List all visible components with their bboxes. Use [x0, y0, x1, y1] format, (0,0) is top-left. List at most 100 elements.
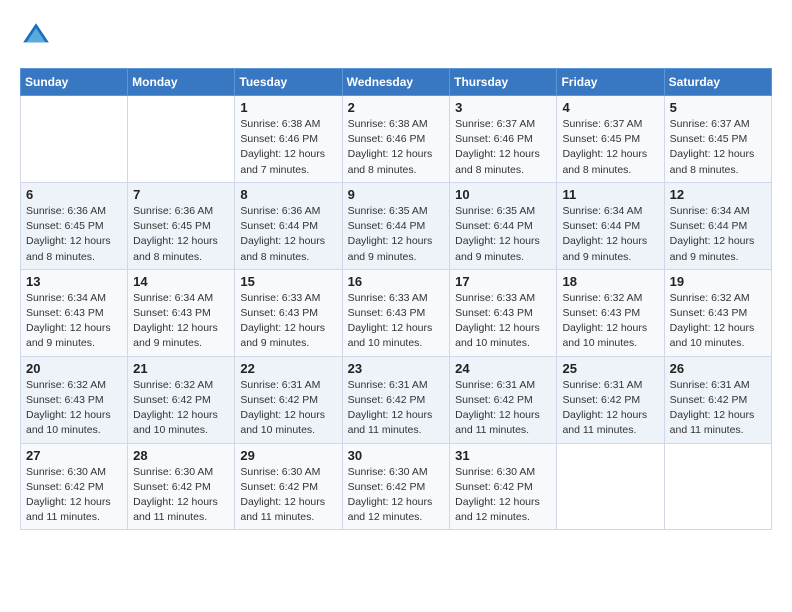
- weekday-header-saturday: Saturday: [664, 69, 771, 96]
- day-number: 11: [562, 187, 658, 202]
- day-info: Sunrise: 6:30 AM Sunset: 6:42 PM Dayligh…: [133, 465, 229, 526]
- calendar-cell: [128, 96, 235, 183]
- calendar-cell: 10Sunrise: 6:35 AM Sunset: 6:44 PM Dayli…: [450, 182, 557, 269]
- day-number: 8: [240, 187, 336, 202]
- calendar-cell: 20 Sunrise: 6:32 AM Sunset: 6:43 PM Dayli…: [21, 356, 128, 443]
- day-info: Sunrise: 6:37 AM Sunset: 6:45 PM Dayligh…: [562, 117, 658, 178]
- calendar-table: SundayMondayTuesdayWednesdayThursdayFrid…: [20, 68, 772, 530]
- calendar-cell: 3 Sunrise: 6:37 AM Sunset: 6:46 PM Daylig…: [450, 96, 557, 183]
- day-number: 6: [26, 187, 122, 202]
- day-number: 22: [240, 361, 336, 376]
- calendar-cell: 13 Sunrise: 6:34 AM Sunset: 6:43 PM Dayli…: [21, 269, 128, 356]
- weekday-header-thursday: Thursday: [450, 69, 557, 96]
- logo: [20, 20, 56, 52]
- calendar-cell: 8 Sunrise: 6:36 AM Sunset: 6:44 PM Daylig…: [235, 182, 342, 269]
- day-info: Sunrise: 6:32 AM Sunset: 6:43 PM Dayligh…: [562, 291, 658, 352]
- day-number: 26: [670, 361, 766, 376]
- day-number: 15: [240, 274, 336, 289]
- day-info: Sunrise: 6:34 AM Sunset: 6:44 PM Dayligh…: [670, 204, 766, 265]
- day-info: Sunrise: 6:32 AM Sunset: 6:43 PM Dayligh…: [26, 378, 122, 439]
- day-info: Sunrise: 6:34 AM Sunset: 6:43 PM Dayligh…: [133, 291, 229, 352]
- day-info: Sunrise: 6:33 AM Sunset: 6:43 PM Dayligh…: [455, 291, 551, 352]
- day-info: Sunrise: 6:35 AM Sunset: 6:44 PM Dayligh…: [348, 204, 445, 265]
- day-info: Sunrise: 6:37 AM Sunset: 6:46 PM Dayligh…: [455, 117, 551, 178]
- calendar-cell: [21, 96, 128, 183]
- day-info: Sunrise: 6:34 AM Sunset: 6:43 PM Dayligh…: [26, 291, 122, 352]
- calendar-cell: 24 Sunrise: 6:31 AM Sunset: 6:42 PM Dayli…: [450, 356, 557, 443]
- calendar-week-5: 27 Sunrise: 6:30 AM Sunset: 6:42 PM Dayli…: [21, 443, 772, 530]
- page-header: [20, 20, 772, 52]
- day-number: 13: [26, 274, 122, 289]
- day-number: 20: [26, 361, 122, 376]
- weekday-header-monday: Monday: [128, 69, 235, 96]
- weekday-row: SundayMondayTuesdayWednesdayThursdayFrid…: [21, 69, 772, 96]
- day-number: 24: [455, 361, 551, 376]
- day-info: Sunrise: 6:31 AM Sunset: 6:42 PM Dayligh…: [455, 378, 551, 439]
- day-info: Sunrise: 6:34 AM Sunset: 6:44 PM Dayligh…: [562, 204, 658, 265]
- day-number: 30: [348, 448, 445, 463]
- day-number: 9: [348, 187, 445, 202]
- day-info: Sunrise: 6:31 AM Sunset: 6:42 PM Dayligh…: [562, 378, 658, 439]
- calendar-cell: 9 Sunrise: 6:35 AM Sunset: 6:44 PM Daylig…: [342, 182, 450, 269]
- day-info: Sunrise: 6:38 AM Sunset: 6:46 PM Dayligh…: [348, 117, 445, 178]
- day-info: Sunrise: 6:30 AM Sunset: 6:42 PM Dayligh…: [26, 465, 122, 526]
- day-number: 1: [240, 100, 336, 115]
- calendar-header: SundayMondayTuesdayWednesdayThursdayFrid…: [21, 69, 772, 96]
- calendar-cell: 14 Sunrise: 6:34 AM Sunset: 6:43 PM Dayli…: [128, 269, 235, 356]
- calendar-cell: 30 Sunrise: 6:30 AM Sunset: 6:42 PM Dayli…: [342, 443, 450, 530]
- day-info: Sunrise: 6:37 AM Sunset: 6:45 PM Dayligh…: [670, 117, 766, 178]
- day-number: 31: [455, 448, 551, 463]
- day-number: 12: [670, 187, 766, 202]
- day-info: Sunrise: 6:33 AM Sunset: 6:43 PM Dayligh…: [240, 291, 336, 352]
- day-info: Sunrise: 6:30 AM Sunset: 6:42 PM Dayligh…: [240, 465, 336, 526]
- day-number: 5: [670, 100, 766, 115]
- calendar-cell: 29Sunrise: 6:30 AM Sunset: 6:42 PM Dayli…: [235, 443, 342, 530]
- day-info: Sunrise: 6:30 AM Sunset: 6:42 PM Dayligh…: [348, 465, 445, 526]
- calendar-cell: 27 Sunrise: 6:30 AM Sunset: 6:42 PM Dayli…: [21, 443, 128, 530]
- calendar-cell: 12 Sunrise: 6:34 AM Sunset: 6:44 PM Dayli…: [664, 182, 771, 269]
- calendar-cell: 28 Sunrise: 6:30 AM Sunset: 6:42 PM Dayli…: [128, 443, 235, 530]
- weekday-header-friday: Friday: [557, 69, 664, 96]
- day-number: 19: [670, 274, 766, 289]
- calendar-week-4: 20 Sunrise: 6:32 AM Sunset: 6:43 PM Dayli…: [21, 356, 772, 443]
- day-number: 23: [348, 361, 445, 376]
- calendar-cell: 7Sunrise: 6:36 AM Sunset: 6:45 PM Daylig…: [128, 182, 235, 269]
- calendar-cell: 25Sunrise: 6:31 AM Sunset: 6:42 PM Dayli…: [557, 356, 664, 443]
- calendar-cell: 1Sunrise: 6:38 AM Sunset: 6:46 PM Daylig…: [235, 96, 342, 183]
- calendar-cell: 17 Sunrise: 6:33 AM Sunset: 6:43 PM Dayli…: [450, 269, 557, 356]
- calendar-cell: 22 Sunrise: 6:31 AM Sunset: 6:42 PM Dayli…: [235, 356, 342, 443]
- day-info: Sunrise: 6:32 AM Sunset: 6:43 PM Dayligh…: [670, 291, 766, 352]
- day-number: 27: [26, 448, 122, 463]
- day-info: Sunrise: 6:33 AM Sunset: 6:43 PM Dayligh…: [348, 291, 445, 352]
- day-number: 28: [133, 448, 229, 463]
- day-info: Sunrise: 6:32 AM Sunset: 6:42 PM Dayligh…: [133, 378, 229, 439]
- day-number: 2: [348, 100, 445, 115]
- calendar-cell: 2 Sunrise: 6:38 AM Sunset: 6:46 PM Daylig…: [342, 96, 450, 183]
- day-info: Sunrise: 6:36 AM Sunset: 6:44 PM Dayligh…: [240, 204, 336, 265]
- calendar-cell: 4 Sunrise: 6:37 AM Sunset: 6:45 PM Daylig…: [557, 96, 664, 183]
- calendar-cell: 26 Sunrise: 6:31 AM Sunset: 6:42 PM Dayli…: [664, 356, 771, 443]
- day-number: 4: [562, 100, 658, 115]
- day-info: Sunrise: 6:31 AM Sunset: 6:42 PM Dayligh…: [670, 378, 766, 439]
- day-info: Sunrise: 6:31 AM Sunset: 6:42 PM Dayligh…: [240, 378, 336, 439]
- day-number: 17: [455, 274, 551, 289]
- calendar-cell: [557, 443, 664, 530]
- day-number: 14: [133, 274, 229, 289]
- calendar-cell: 6 Sunrise: 6:36 AM Sunset: 6:45 PM Daylig…: [21, 182, 128, 269]
- day-number: 21: [133, 361, 229, 376]
- day-number: 18: [562, 274, 658, 289]
- calendar-cell: 11 Sunrise: 6:34 AM Sunset: 6:44 PM Dayli…: [557, 182, 664, 269]
- day-info: Sunrise: 6:31 AM Sunset: 6:42 PM Dayligh…: [348, 378, 445, 439]
- weekday-header-sunday: Sunday: [21, 69, 128, 96]
- calendar-cell: [664, 443, 771, 530]
- calendar-week-3: 13 Sunrise: 6:34 AM Sunset: 6:43 PM Dayli…: [21, 269, 772, 356]
- calendar-cell: 5 Sunrise: 6:37 AM Sunset: 6:45 PM Daylig…: [664, 96, 771, 183]
- calendar-cell: 19 Sunrise: 6:32 AM Sunset: 6:43 PM Dayli…: [664, 269, 771, 356]
- weekday-header-wednesday: Wednesday: [342, 69, 450, 96]
- day-number: 10: [455, 187, 551, 202]
- day-number: 3: [455, 100, 551, 115]
- day-number: 16: [348, 274, 445, 289]
- day-info: Sunrise: 6:36 AM Sunset: 6:45 PM Dayligh…: [26, 204, 122, 265]
- calendar-week-1: 1 Sunrise: 6:38 AM Sunset: 6:46 PM Daylig…: [21, 96, 772, 183]
- calendar-cell: 16 Sunrise: 6:33 AM Sunset: 6:43 PM Dayli…: [342, 269, 450, 356]
